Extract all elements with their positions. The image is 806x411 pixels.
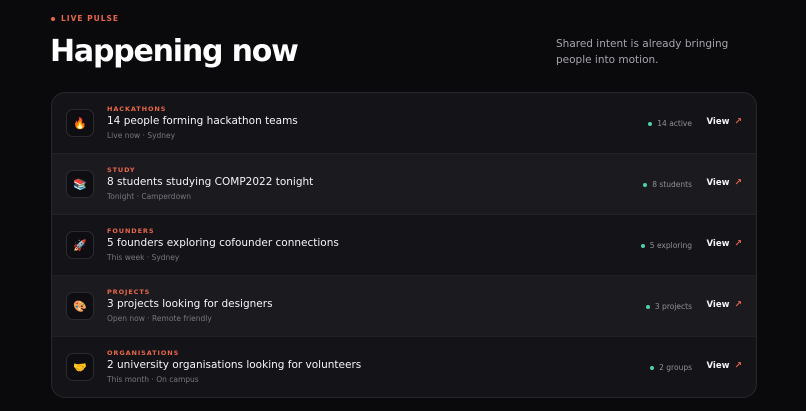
list-item[interactable]: 📚 STUDY 8 students studying COMP2022 ton… <box>52 154 756 215</box>
item-category: STUDY <box>107 166 136 174</box>
arrow-up-right-icon: ↗ <box>734 117 742 127</box>
arrow-up-right-icon: ↗ <box>734 361 742 371</box>
fire-icon: 🔥 <box>66 109 94 137</box>
item-headline: 8 students studying COMP2022 tonight <box>107 176 314 188</box>
rocket-icon: 🚀 <box>66 231 94 259</box>
view-button[interactable]: View ↗ <box>706 361 742 371</box>
status-badge: 8 students <box>643 180 692 189</box>
view-button[interactable]: View ↗ <box>706 178 742 188</box>
status-dot-icon <box>640 243 645 248</box>
page-subtitle: Shared intent is already bringing people… <box>556 38 729 66</box>
list-item[interactable]: 🎨 PROJECTS 3 projects looking for design… <box>52 276 756 337</box>
status-dot-icon <box>650 365 655 370</box>
arrow-up-right-icon: ↗ <box>734 239 742 249</box>
status-dot-icon <box>643 182 648 187</box>
status-badge: 14 active <box>648 119 692 128</box>
item-category: FOUNDERS <box>107 227 155 235</box>
status-text: 8 students <box>652 180 692 189</box>
item-meta: Live now · Sydney <box>107 131 176 140</box>
status-text: 14 active <box>657 119 692 128</box>
item-headline: 3 projects looking for designers <box>107 298 273 310</box>
status-dot-icon <box>648 121 653 126</box>
status-dot-icon <box>645 304 650 309</box>
arrow-up-right-icon: ↗ <box>734 300 742 310</box>
item-headline: 5 founders exploring cofounder connectio… <box>107 237 339 249</box>
item-meta: Open now · Remote friendly <box>107 314 212 323</box>
view-label: View <box>706 239 730 249</box>
arrow-up-right-icon: ↗ <box>734 178 742 188</box>
view-label: View <box>706 361 730 371</box>
view-button[interactable]: View ↗ <box>706 239 742 249</box>
handshake-icon: 🤝 <box>66 353 94 381</box>
item-headline: 14 people forming hackathon teams <box>107 115 298 127</box>
status-badge: 5 exploring <box>640 241 692 250</box>
status-text: 5 exploring <box>649 241 692 250</box>
books-icon: 📚 <box>66 170 94 198</box>
pulse-dot-icon <box>51 16 55 21</box>
status-text: 3 projects <box>654 302 692 311</box>
page: LIVE PULSE Happening now Shared intent i… <box>0 0 806 411</box>
list-item[interactable]: 🤝 ORGANISATIONS 2 university organisatio… <box>52 337 756 397</box>
item-meta: This week · Sydney <box>107 253 180 262</box>
list-item[interactable]: 🔥 HACKATHONS 14 people forming hackathon… <box>52 93 756 154</box>
page-title: Happening now <box>50 34 299 69</box>
eyebrow-text: LIVE PULSE <box>61 14 119 23</box>
item-headline: 2 university organisations looking for v… <box>107 359 362 371</box>
item-meta: Tonight · Camperdown <box>107 192 192 201</box>
view-label: View <box>706 300 730 310</box>
item-category: ORGANISATIONS <box>107 349 180 357</box>
item-category: HACKATHONS <box>107 105 167 113</box>
view-button[interactable]: View ↗ <box>706 117 742 127</box>
live-pulse-label: LIVE PULSE <box>51 14 119 23</box>
status-badge: 3 projects <box>645 302 692 311</box>
item-meta: This month · On campus <box>107 375 199 384</box>
status-text: 2 groups <box>659 363 692 372</box>
list-item[interactable]: 🚀 FOUNDERS 5 founders exploring cofounde… <box>52 215 756 276</box>
status-badge: 2 groups <box>650 363 692 372</box>
view-label: View <box>706 117 730 127</box>
item-category: PROJECTS <box>107 288 151 296</box>
palette-icon: 🎨 <box>66 292 94 320</box>
view-button[interactable]: View ↗ <box>706 300 742 310</box>
activity-list: 🔥 HACKATHONS 14 people forming hackathon… <box>51 92 757 398</box>
view-label: View <box>706 178 730 188</box>
